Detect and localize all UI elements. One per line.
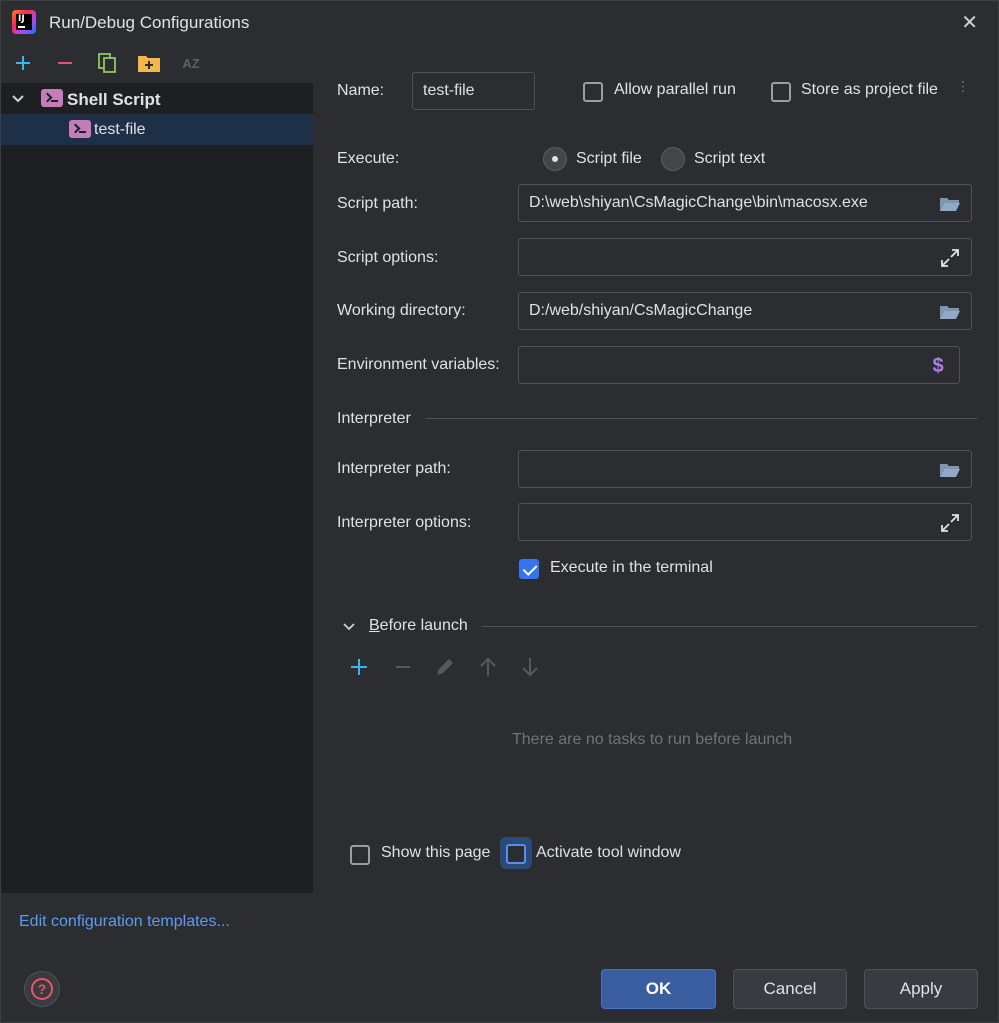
name-value: test-file bbox=[423, 82, 475, 99]
working-dir-value: D:/web/shiyan/CsMagicChange bbox=[529, 302, 753, 319]
activate-tool-checkbox[interactable] bbox=[506, 844, 526, 864]
folder-open-icon[interactable] bbox=[939, 193, 961, 215]
working-dir-field[interactable]: D:/web/shiyan/CsMagicChange bbox=[518, 292, 972, 330]
empty-tasks-text: There are no tasks to run before launch bbox=[512, 731, 793, 748]
execute-terminal-checkbox[interactable] bbox=[519, 559, 539, 579]
activate-tool-label: Activate tool window bbox=[536, 844, 681, 861]
name-label: Name: bbox=[337, 82, 385, 99]
help-button[interactable]: ? bbox=[24, 971, 60, 1007]
execute-terminal-label: Execute in the terminal bbox=[550, 559, 713, 576]
store-project-label: Store as project file bbox=[801, 81, 938, 98]
close-icon[interactable]: ✕ bbox=[961, 10, 978, 35]
script-file-label: Script file bbox=[576, 150, 642, 167]
chevron-down-icon[interactable] bbox=[342, 620, 356, 634]
arrow-up-icon[interactable] bbox=[478, 656, 498, 683]
script-path-label: Script path: bbox=[337, 195, 418, 212]
script-options-label: Script options: bbox=[337, 249, 439, 266]
script-path-field[interactable]: D:\web\shiyan\CsMagicChange\bin\macosx.e… bbox=[518, 184, 972, 222]
tree-group-shell-script[interactable]: Shell Script bbox=[1, 83, 313, 114]
expand-icon[interactable] bbox=[939, 247, 961, 269]
ok-button[interactable]: OK bbox=[601, 969, 716, 1009]
minus-icon[interactable] bbox=[53, 51, 77, 75]
intellij-app-icon: IJ bbox=[12, 10, 36, 34]
interpreter-section-title: Interpreter bbox=[337, 410, 411, 427]
apply-button[interactable]: Apply bbox=[864, 969, 978, 1009]
working-dir-label: Working directory: bbox=[337, 302, 466, 319]
name-field[interactable]: test-file bbox=[412, 72, 535, 110]
interpreter-path-label: Interpreter path: bbox=[337, 460, 451, 477]
sort-alpha-icon[interactable]: AZ bbox=[179, 51, 203, 75]
script-path-value: D:\web\shiyan\CsMagicChange\bin\macosx.e… bbox=[529, 194, 868, 211]
run-debug-dialog: IJ Run/Debug Configurations ✕ AZ Shell S… bbox=[0, 0, 999, 1023]
window-title: Run/Debug Configurations bbox=[49, 13, 250, 32]
folder-open-icon[interactable] bbox=[939, 301, 961, 323]
allow-parallel-label: Allow parallel run bbox=[614, 81, 736, 98]
allow-parallel-checkbox[interactable] bbox=[583, 82, 603, 102]
interpreter-options-label: Interpreter options: bbox=[337, 514, 472, 531]
config-tree: Shell Script test-file bbox=[1, 83, 313, 893]
interpreter-path-field[interactable] bbox=[518, 450, 972, 488]
execute-label: Execute: bbox=[337, 150, 400, 167]
arrow-down-icon[interactable] bbox=[520, 656, 540, 683]
script-text-label: Script text bbox=[694, 150, 766, 167]
before-launch-separator bbox=[482, 626, 977, 627]
config-toolbar: AZ bbox=[1, 47, 313, 79]
edit-templates-link[interactable]: Edit configuration templates... bbox=[19, 913, 230, 931]
cancel-button[interactable]: Cancel bbox=[733, 969, 847, 1009]
edit-icon[interactable] bbox=[434, 656, 456, 683]
script-file-radio[interactable] bbox=[543, 147, 567, 171]
dollar-icon[interactable]: $ bbox=[927, 355, 949, 377]
help-icon: ? bbox=[31, 978, 53, 1000]
minus-icon[interactable] bbox=[393, 657, 413, 682]
shell-script-icon bbox=[69, 120, 91, 138]
plus-icon[interactable] bbox=[349, 657, 369, 682]
store-project-checkbox[interactable] bbox=[771, 82, 791, 102]
env-vars-field[interactable]: $ bbox=[518, 346, 960, 384]
script-text-radio[interactable] bbox=[661, 147, 685, 171]
before-launch-title[interactable]: Before launch bbox=[369, 617, 468, 635]
tree-item-test-file[interactable]: test-file bbox=[1, 114, 313, 145]
expand-icon[interactable] bbox=[939, 512, 961, 534]
interpreter-options-field[interactable] bbox=[518, 503, 972, 541]
shell-script-icon bbox=[41, 89, 63, 107]
env-vars-label: Environment variables: bbox=[337, 356, 500, 373]
chevron-down-icon[interactable] bbox=[11, 92, 25, 106]
tree-item-label: test-file bbox=[94, 121, 146, 138]
show-page-label: Show this page bbox=[381, 844, 491, 861]
plus-icon[interactable] bbox=[11, 51, 35, 75]
tree-group-label: Shell Script bbox=[67, 90, 161, 109]
script-options-field[interactable] bbox=[518, 238, 972, 276]
folder-open-icon[interactable] bbox=[939, 459, 961, 481]
interpreter-separator bbox=[425, 418, 977, 419]
show-page-checkbox[interactable] bbox=[350, 845, 370, 865]
copy-icon[interactable] bbox=[95, 51, 119, 75]
new-folder-icon[interactable] bbox=[137, 51, 161, 75]
more-options-icon[interactable]: ⋮ bbox=[956, 79, 970, 93]
title-bar: IJ Run/Debug Configurations ✕ bbox=[1, 1, 998, 43]
